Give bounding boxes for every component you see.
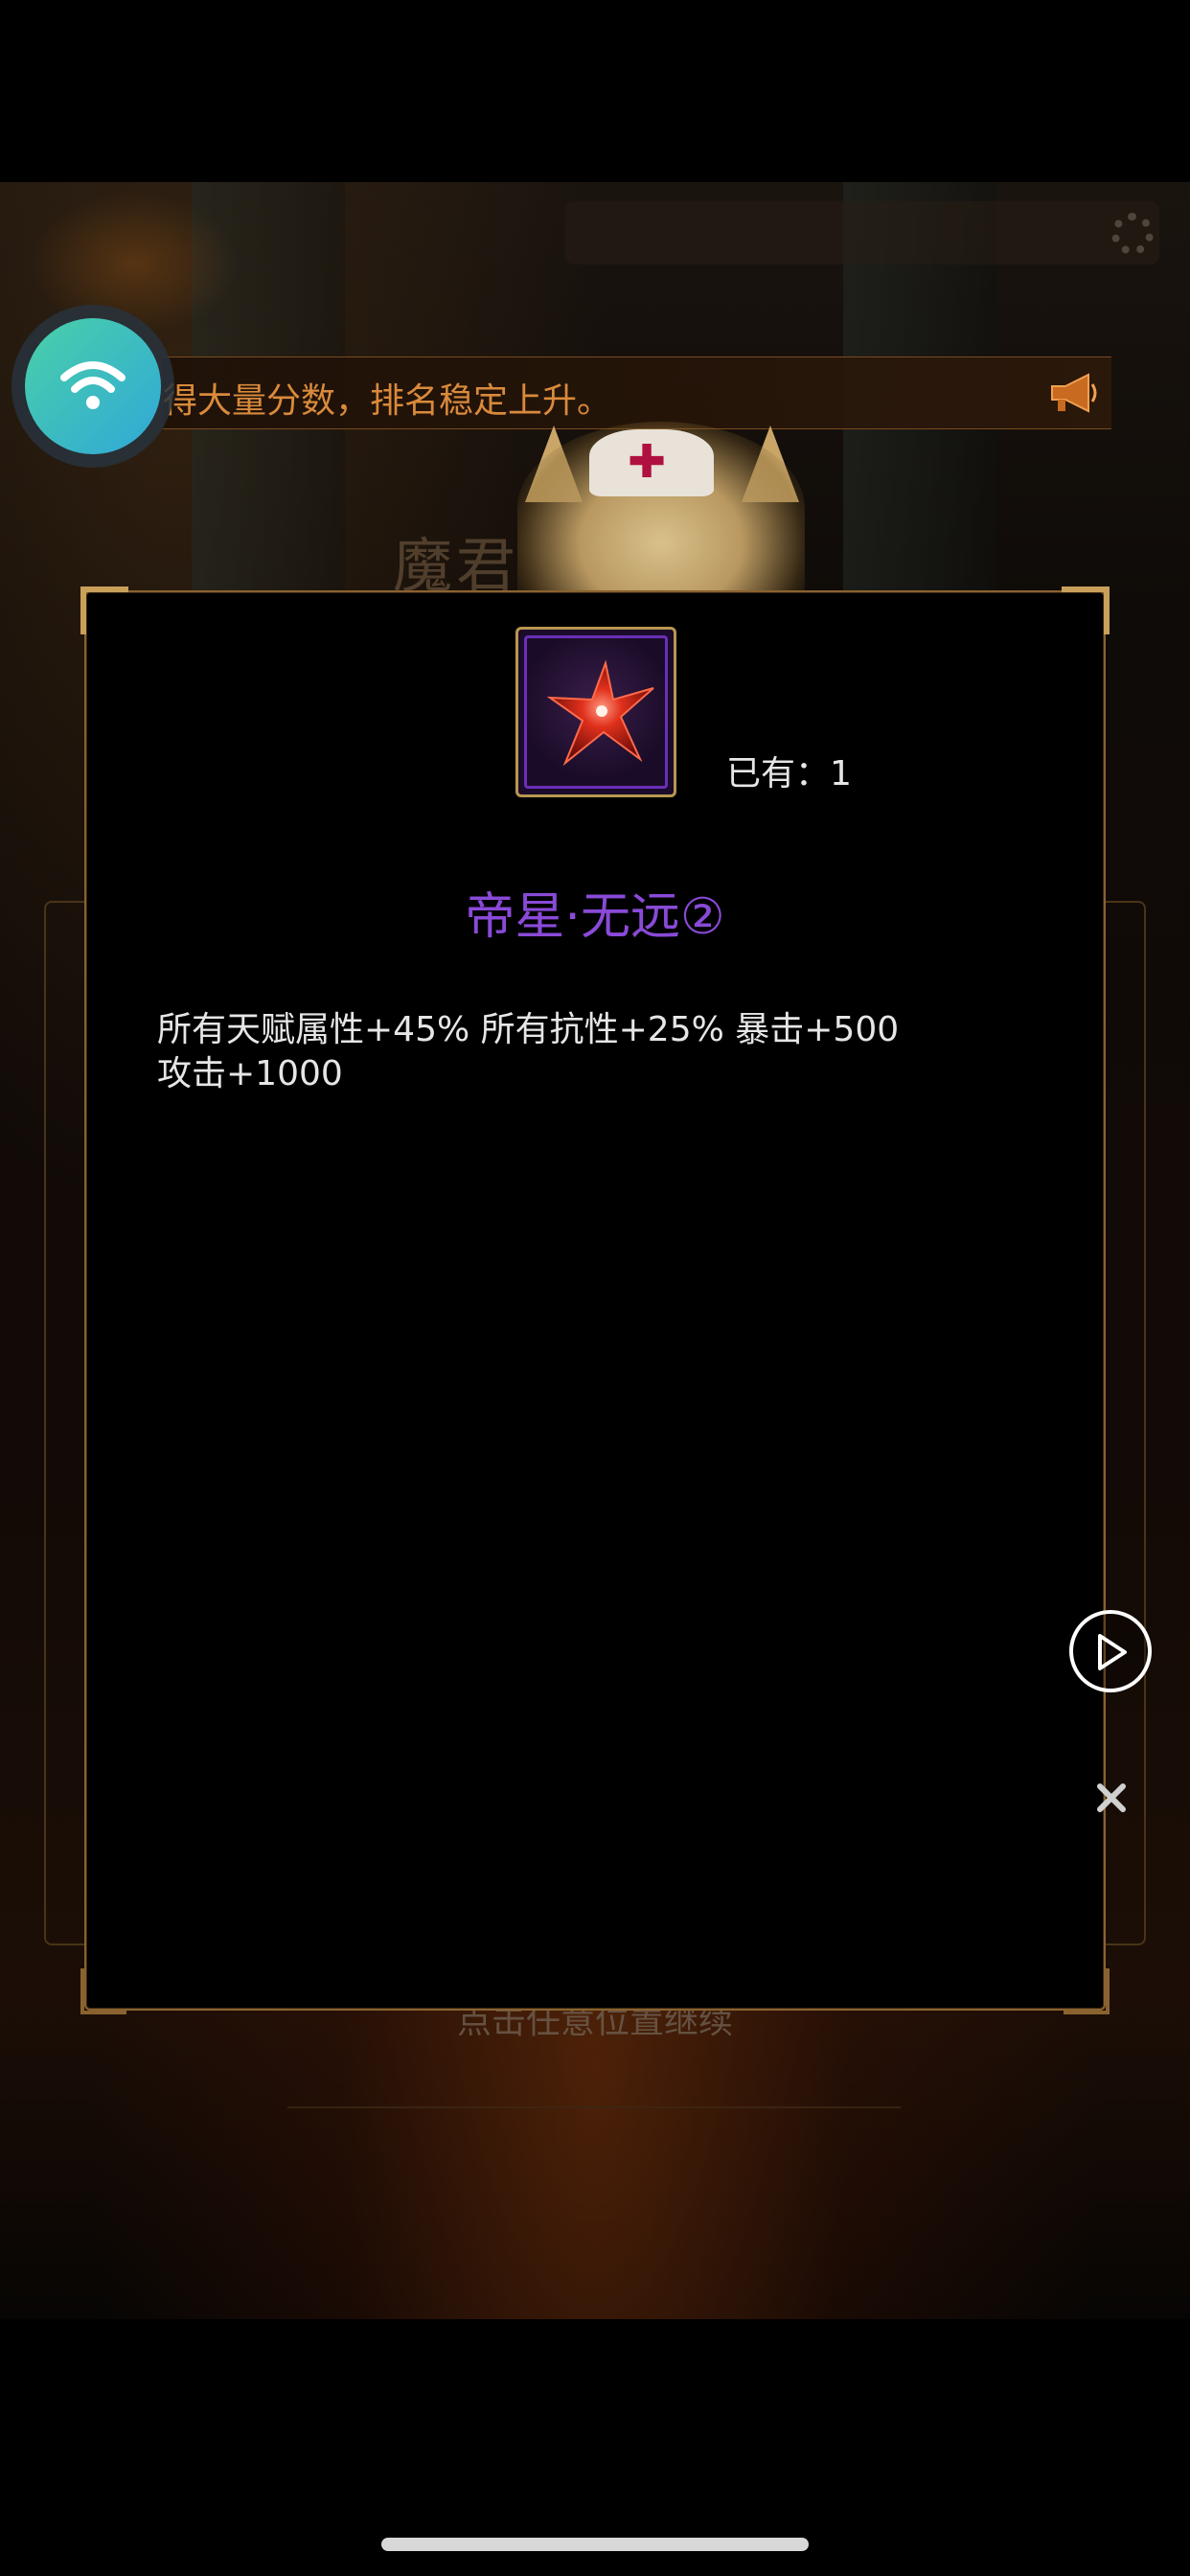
modal-corner-ornament — [1062, 586, 1110, 634]
item-icon-frame — [515, 627, 676, 797]
description-line: 所有天赋属性+45% 所有抗性+25% 暴击+500 — [157, 1010, 900, 1049]
description-line: 攻击+1000 — [157, 1054, 343, 1093]
wifi-button-inner — [25, 318, 161, 454]
home-indicator[interactable] — [381, 2538, 809, 2551]
owned-label: 已有： — [726, 754, 831, 794]
close-icon[interactable] — [1092, 1779, 1131, 1817]
owned-count: 已有：1 — [726, 746, 852, 795]
modal-corner-ornament — [80, 586, 128, 634]
background-gear-icon — [1111, 213, 1154, 255]
wifi-floating-button[interactable] — [11, 305, 174, 468]
owned-value: 1 — [830, 754, 852, 794]
item-description: 所有天赋属性+45% 所有抗性+25% 暴击+500 攻击+1000 — [157, 1008, 1019, 1096]
megaphone-icon — [1051, 373, 1097, 413]
announcement-marquee: 得大量分数，排名稳定上升。 — [163, 356, 1111, 429]
modal-corner-ornament — [80, 1968, 126, 2014]
item-icon-inner — [524, 635, 668, 789]
play-icon — [1098, 1634, 1127, 1670]
marquee-text: 得大量分数，排名稳定上升。 — [163, 381, 612, 421]
nurse-cross-icon: ✚ — [628, 435, 667, 489]
divider — [287, 2106, 901, 2108]
wifi-icon — [60, 361, 126, 409]
red-star-gem-icon — [546, 659, 654, 767]
background-hud-bar — [565, 201, 1159, 264]
play-video-button[interactable] — [1069, 1610, 1152, 1692]
item-detail-modal[interactable]: 已有：1 帝星·无远② 所有天赋属性+45% 所有抗性+25% 暴击+500 攻… — [80, 586, 1110, 2014]
modal-corner-ornament — [1064, 1968, 1110, 2014]
item-name: 帝星·无远② — [465, 888, 725, 946]
